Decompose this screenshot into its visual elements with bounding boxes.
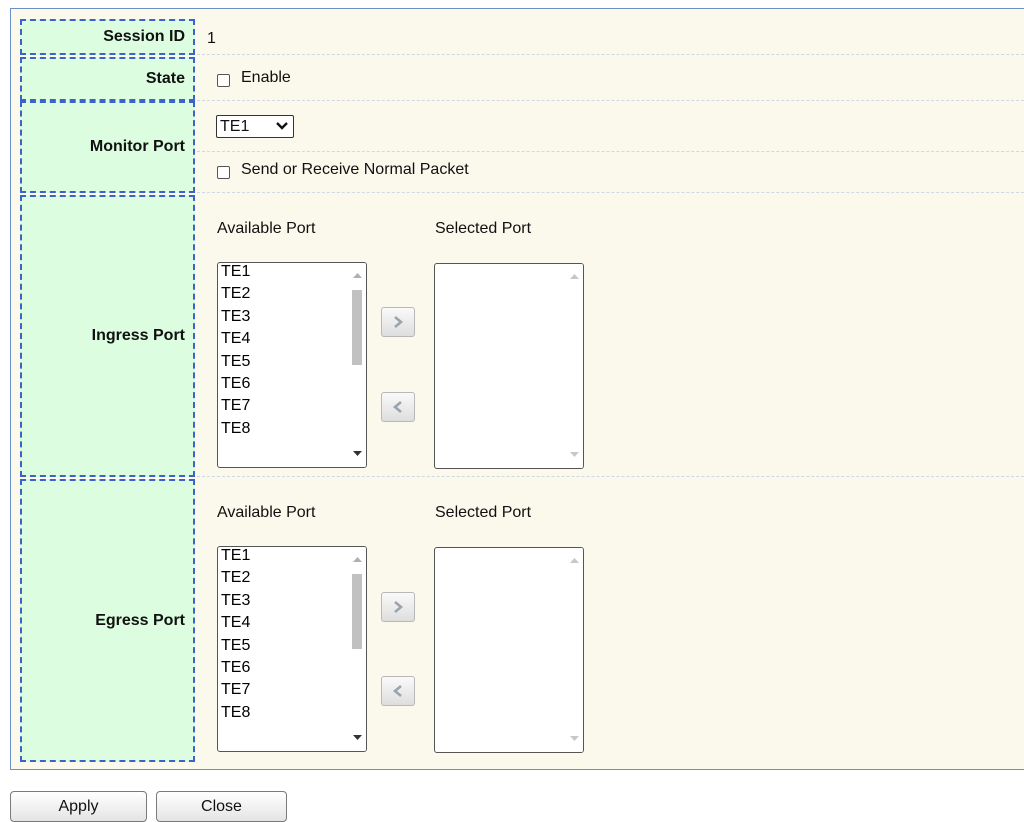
apply-button[interactable]: Apply — [10, 791, 147, 822]
apply-button-label: Apply — [58, 797, 99, 815]
state-label: State — [20, 57, 195, 101]
egress-selected-header: Selected Port — [435, 504, 532, 521]
monitor-port-row: Monitor Port Send or Receive Normal Pack… — [11, 101, 1024, 193]
send-receive-normal-packet-label: Send or Receive Normal Packet — [241, 161, 469, 178]
session-id-label: Session ID — [20, 19, 195, 55]
egress-remove-button[interactable] — [381, 676, 415, 706]
scroll-down-icon[interactable] — [569, 735, 580, 743]
state-label-text: State — [145, 70, 185, 87]
ingress-selected-listbox[interactable] — [434, 263, 584, 469]
port-option[interactable]: TE4 — [221, 328, 250, 350]
session-id-value: 1 — [207, 30, 216, 47]
ingress-available-items: TE1 TE2 TE3 TE4 TE5 TE6 TE7 TE8 — [221, 263, 250, 440]
egress-selected-listbox[interactable] — [434, 547, 584, 753]
port-option[interactable]: TE6 — [221, 373, 250, 395]
egress-add-button[interactable] — [381, 592, 415, 622]
session-id-row: Session ID 1 — [11, 19, 1024, 55]
state-enable-label: Enable — [241, 69, 291, 86]
scroll-up-icon[interactable] — [569, 556, 580, 564]
scroll-down-icon[interactable] — [352, 734, 363, 742]
port-option[interactable]: TE7 — [221, 395, 250, 417]
close-button-label: Close — [201, 797, 242, 815]
chevron-left-icon — [392, 685, 402, 697]
port-option[interactable]: TE6 — [221, 657, 250, 679]
ingress-add-button[interactable] — [381, 307, 415, 337]
state-row: State Enable — [11, 57, 1024, 101]
scroll-down-icon[interactable] — [569, 451, 580, 459]
scroll-thumb[interactable] — [352, 290, 362, 365]
session-id-label-text: Session ID — [103, 28, 185, 45]
send-receive-normal-packet-checkbox[interactable] — [217, 166, 230, 179]
ingress-port-label-text: Ingress Port — [91, 327, 185, 344]
port-option[interactable]: TE1 — [221, 547, 250, 567]
ingress-available-scrollbar[interactable] — [349, 263, 366, 467]
ingress-port-row: Ingress Port Available Port Selected Por… — [11, 195, 1024, 477]
scroll-up-icon[interactable] — [352, 555, 363, 563]
scroll-up-icon[interactable] — [569, 272, 580, 280]
monitor-port-select-value: TE1 — [220, 118, 250, 135]
ingress-available-listbox[interactable]: TE1 TE2 TE3 TE4 TE5 TE6 TE7 TE8 — [217, 262, 367, 468]
ingress-available-header: Available Port — [217, 220, 316, 237]
egress-port-label-text: Egress Port — [95, 611, 185, 629]
ingress-port-label: Ingress Port — [20, 195, 195, 477]
port-option[interactable]: TE3 — [221, 590, 250, 612]
mirror-session-form: Session ID 1 State Enable Monitor Port S… — [10, 8, 1024, 770]
ingress-remove-button[interactable] — [381, 392, 415, 422]
egress-port-row: Egress Port Available Port Selected Port… — [11, 479, 1024, 762]
ingress-selected-header: Selected Port — [435, 220, 532, 237]
egress-selected-scrollbar[interactable] — [566, 548, 583, 752]
port-option[interactable]: TE8 — [221, 418, 250, 440]
port-option[interactable]: TE5 — [221, 351, 250, 373]
chevron-left-icon — [392, 401, 402, 413]
egress-available-items: TE1 TE2 TE3 TE4 TE5 TE6 TE7 TE8 — [221, 547, 250, 724]
scroll-up-icon[interactable] — [352, 271, 363, 279]
chevron-right-icon — [394, 601, 404, 613]
ingress-selected-scrollbar[interactable] — [566, 264, 583, 468]
scroll-down-icon[interactable] — [352, 450, 363, 458]
close-button[interactable]: Close — [156, 791, 287, 822]
egress-available-listbox[interactable]: TE1 TE2 TE3 TE4 TE5 TE6 TE7 TE8 — [217, 546, 367, 752]
scroll-thumb[interactable] — [352, 574, 362, 649]
port-option[interactable]: TE4 — [221, 612, 250, 634]
egress-port-label: Egress Port — [20, 479, 195, 762]
egress-available-scrollbar[interactable] — [349, 547, 366, 751]
port-option[interactable]: TE8 — [221, 702, 250, 724]
port-option[interactable]: TE2 — [221, 283, 250, 305]
monitor-port-label-text: Monitor Port — [89, 138, 185, 155]
port-option[interactable]: TE1 — [221, 263, 250, 283]
chevron-down-icon — [276, 122, 288, 130]
monitor-port-select[interactable]: TE1 — [216, 115, 294, 138]
monitor-port-label: Monitor Port — [20, 101, 195, 193]
egress-available-header: Available Port — [217, 504, 316, 521]
port-option[interactable]: TE5 — [221, 635, 250, 657]
chevron-right-icon — [394, 316, 404, 328]
state-enable-checkbox[interactable] — [217, 74, 230, 87]
port-option[interactable]: TE3 — [221, 306, 250, 328]
port-option[interactable]: TE2 — [221, 567, 250, 589]
port-option[interactable]: TE7 — [221, 679, 250, 701]
